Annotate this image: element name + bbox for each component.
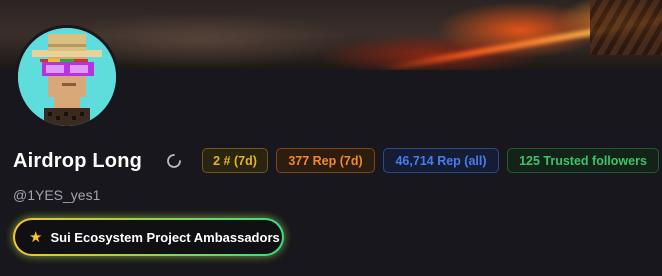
avatar[interactable] — [15, 25, 119, 129]
loading-spinner-icon — [166, 153, 182, 169]
rank-badge[interactable]: 2 # (7d) — [202, 148, 268, 173]
name-row: Airdrop Long — [13, 148, 142, 174]
rep-7d-badge[interactable]: 377 Rep (7d) — [276, 148, 375, 173]
ambassador-label: Sui Ecosystem Project Ambassadors — [50, 229, 280, 245]
star-icon: ★ — [29, 228, 43, 246]
ambassador-badge[interactable]: ★ Sui Ecosystem Project Ambassadors — [13, 218, 284, 256]
profile-name: Airdrop Long — [13, 149, 143, 172]
avatar-pixel-art — [18, 28, 116, 126]
rep-all-badge[interactable]: 46,714 Rep (all) — [383, 148, 499, 173]
trusted-followers-badge[interactable]: 125 Trusted followers — [507, 148, 659, 173]
banner-logs — [590, 0, 662, 55]
profile-handle[interactable]: @1YES_yes1 — [13, 187, 100, 203]
